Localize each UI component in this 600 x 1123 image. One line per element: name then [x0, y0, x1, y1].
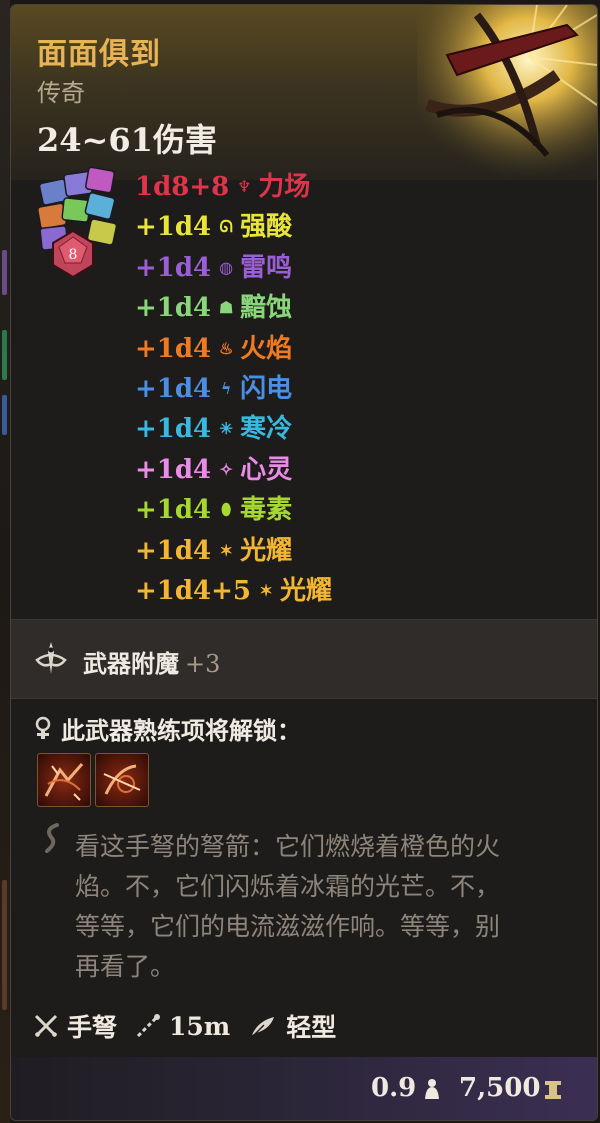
damage-type: 火焰	[240, 333, 293, 364]
edge-strip	[2, 330, 7, 380]
damage-row: +1d4 ☗ 黯蚀	[135, 288, 332, 328]
item-art-hand-crossbow-icon	[417, 5, 597, 175]
item-name: 面面俱到	[37, 37, 161, 72]
damage-row: +1d4 ✧ 心灵	[135, 450, 332, 490]
tooltip-footer: 0.9 7,500	[11, 1057, 597, 1120]
damage-type: 心灵	[240, 454, 293, 485]
damage-amount: +1d4	[135, 535, 212, 566]
edge-strip	[2, 880, 7, 1010]
damage-amount: +1d4	[135, 252, 212, 283]
damage-row: 1d8+8 ♆ 力场	[135, 167, 332, 207]
damage-row: +1d4 ✶ 光耀	[135, 531, 332, 571]
item-weight: 0.9	[371, 1073, 417, 1103]
damage-amount: 1d8+8	[135, 172, 230, 202]
weight-icon	[425, 1079, 439, 1099]
damage-row: +1d4 ✳ 寒冷	[135, 409, 332, 449]
weapon-properties: 手弩 15m 轻型	[33, 1008, 354, 1044]
item-tooltip: 面面俱到 传奇 24~61伤害 8 1d8+8 ♆ 力场 +1d4 ᘏ 强酸 +1d4 ◍ 雷鸣…	[10, 4, 598, 1121]
enchantment-name: 武器附魔	[83, 649, 179, 678]
damage-type: 力场	[258, 172, 311, 202]
weapon-range: 15m	[169, 1011, 231, 1041]
poison-icon: ⬮	[221, 500, 232, 520]
damage-amount: +1d4	[135, 414, 212, 445]
damage-type: 强酸	[240, 212, 293, 243]
force-icon: ♆	[237, 177, 252, 196]
left-edge-panel	[0, 0, 10, 1123]
weapon-type: 手弩	[67, 1013, 118, 1042]
enchantment-row: 武器附魔 +3	[11, 619, 597, 699]
feather-icon	[251, 1017, 275, 1038]
flavor-line: 再看了。	[75, 952, 176, 981]
item-value: 7,500	[459, 1073, 541, 1103]
edge-strip	[2, 250, 7, 295]
weight-class: 轻型	[286, 1013, 337, 1042]
damage-amount: +1d4	[135, 454, 212, 485]
gold-coin-icon	[545, 1081, 561, 1099]
range-icon	[136, 1014, 161, 1038]
radiant-icon: ✶	[259, 580, 273, 600]
damage-type: 黯蚀	[240, 293, 293, 324]
weapon-enchantment-icon	[33, 640, 69, 676]
damage-row: +1d4 ϟ 闪电	[135, 369, 332, 409]
damage-row: +1d4 ⬮ 毒素	[135, 490, 332, 530]
psychic-icon: ✧	[219, 459, 233, 479]
damage-amount: +1d4	[135, 293, 212, 324]
damage-amount: +1d4	[135, 495, 212, 526]
proficiency-action-1-icon[interactable]	[37, 753, 91, 807]
damage-type: 闪电	[240, 373, 293, 404]
flavor-text: 看这手弩的弩箭：它们燃烧着橙色的火 焰。不，它们闪烁着冰霜的光芒。不， 等等，它…	[75, 827, 575, 987]
fire-icon: ♨	[218, 338, 234, 358]
necrotic-icon: ☗	[218, 298, 234, 318]
edge-strip	[2, 395, 7, 435]
lightning-icon: ϟ	[220, 378, 232, 398]
thunder-icon: ◍	[219, 257, 234, 277]
damage-amount: +1d4	[135, 333, 212, 364]
item-rarity: 传奇	[37, 79, 85, 107]
damage-row: +1d4 ♨ 火焰	[135, 329, 332, 369]
flavor-text-icon	[45, 823, 59, 853]
flavor-line: 焰。不，它们闪烁着冰霜的光芒。不，	[75, 872, 501, 901]
damage-amount: +1d4	[135, 373, 212, 404]
enchantment-value: +3	[185, 650, 221, 678]
cold-icon: ✳	[219, 419, 233, 439]
damage-row: +1d4+5 ✶ 光耀	[135, 571, 332, 611]
damage-range: 24~61伤害	[37, 121, 217, 159]
damage-type: 光耀	[280, 575, 333, 606]
damage-type: 雷鸣	[240, 252, 293, 283]
proficiency-action-2-icon[interactable]	[95, 753, 149, 807]
damage-type: 毒素	[240, 495, 293, 526]
flavor-line: 看这手弩的弩箭：它们燃烧着橙色的火	[75, 832, 501, 861]
dice-badge: 8	[69, 247, 78, 263]
damage-breakdown-list: 1d8+8 ♆ 力场 +1d4 ᘏ 强酸 +1d4 ◍ 雷鸣 +1d4 ☗ 黯蚀 +1d4 ♨ 火焰 +1d4…	[135, 167, 332, 611]
radiant-icon: ✶	[219, 540, 233, 560]
proficiency-unlock-heading: 此武器熟练项将解锁：	[33, 711, 301, 746]
acid-icon: ᘏ	[219, 217, 233, 237]
damage-type: 光耀	[240, 535, 293, 566]
damage-dice-icon: 8	[35, 163, 119, 279]
damage-type: 寒冷	[240, 414, 293, 445]
flavor-line: 等等，它们的电流滋滋作响。等等，别	[75, 912, 501, 941]
proficiency-title: 此武器熟练项将解锁：	[61, 716, 301, 745]
damage-amount: +1d4	[135, 212, 212, 243]
crossed-swords-icon	[34, 1014, 58, 1038]
damage-row: +1d4 ᘏ 强酸	[135, 207, 332, 247]
damage-amount: +1d4+5	[135, 575, 252, 606]
enchantment-label: 武器附魔 +3	[83, 644, 220, 679]
damage-row: +1d4 ◍ 雷鸣	[135, 248, 332, 288]
proficiency-icon	[35, 716, 51, 739]
